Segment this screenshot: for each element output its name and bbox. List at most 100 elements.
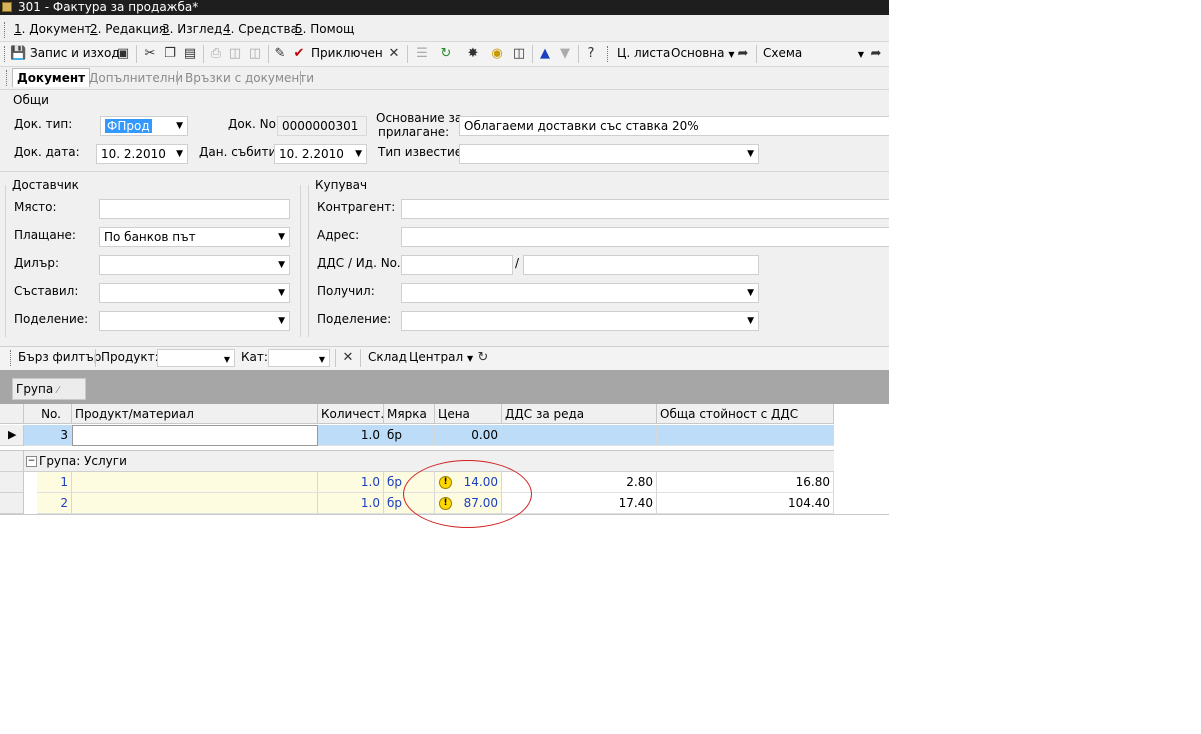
star-icon[interactable]: ✸ (465, 46, 481, 62)
help-icon[interactable]: ? (583, 46, 599, 62)
app-icon (2, 2, 12, 12)
supplier-division-dropdown[interactable]: ▼ (99, 311, 290, 331)
column-header-product[interactable]: Продукт/материал (72, 404, 318, 424)
scheme-dropdown[interactable]: ▼ (802, 45, 864, 62)
notice-type-label: Тип известие: (378, 145, 467, 159)
warehouse-label: Склад (368, 350, 407, 364)
row-no[interactable]: 2 (37, 493, 72, 514)
menu-view[interactable]: 3. Изглед (162, 22, 222, 36)
cut-icon[interactable]: ✂ (142, 46, 158, 62)
group-row-indicator (0, 451, 24, 472)
menu-grip (4, 22, 8, 38)
received-by-dropdown[interactable]: ▼ (401, 283, 759, 303)
column-header-quantity[interactable]: Количест... (318, 404, 384, 424)
notice-type-dropdown[interactable]: ▼ (459, 144, 759, 164)
main-toolbar: 💾 Запис и изход ▣ ✂ ❐ ▤ ⎙ ◫ ◫ ✎ ✔ Приклю… (0, 41, 889, 67)
buyer-section-title: Купувач (315, 178, 368, 192)
copy-icon[interactable]: ❐ (162, 46, 178, 62)
close-x-icon[interactable]: ✕ (386, 46, 402, 62)
id-number-field[interactable] (523, 255, 759, 275)
supplier-division-label: Поделение: (14, 312, 89, 326)
compiled-by-label: Съставил: (14, 284, 79, 298)
finish-button[interactable]: Приключен (311, 45, 383, 62)
arrow-up-icon[interactable]: ▲ (537, 46, 553, 62)
refresh-icon[interactable]: ↻ (438, 46, 454, 62)
price-list-dropdown[interactable]: Основна ▼ (671, 45, 735, 62)
menu-tools[interactable]: 4. Средства (223, 22, 298, 36)
place-label: Място: (14, 200, 57, 214)
row-no[interactable]: 1 (37, 472, 72, 493)
runner-icon-2[interactable]: ➦ (868, 46, 884, 62)
new-row-quantity[interactable]: 1.0 (318, 425, 384, 446)
tab-additional[interactable]: Допълнителни (89, 69, 183, 87)
buyer-frame (308, 185, 309, 337)
print-icon[interactable]: ⎙ (208, 46, 224, 62)
toolbar-separator (335, 349, 336, 367)
save-disk-icon[interactable]: ▣ (115, 46, 131, 62)
invoice-window: 301 - Фактура за продажба* 1. Документ 2… (0, 0, 889, 522)
group-label: Група: Услуги (39, 454, 127, 468)
column-header-vat[interactable]: ДДС за реда (502, 404, 657, 424)
warehouse-dropdown[interactable]: Централ ▼ (409, 349, 473, 366)
lock-icon[interactable]: ◉ (489, 46, 505, 62)
place-field[interactable] (99, 199, 290, 219)
new-doc-icon[interactable]: ◫ (511, 46, 527, 62)
payment-dropdown[interactable]: По банков път ▼ (99, 227, 290, 247)
row-product[interactable] (72, 472, 318, 493)
runner-icon[interactable]: ➦ (735, 46, 751, 62)
refresh-filter-icon[interactable]: ↻ (475, 350, 491, 366)
quick-filter-button[interactable]: Бърз филтър (18, 349, 101, 366)
attach-icon[interactable]: ◫ (247, 46, 263, 62)
current-row-arrow-icon: ▶ (8, 428, 17, 441)
column-header-total[interactable]: Обща стойност с ДДС (657, 404, 834, 424)
save-exit-button[interactable]: Запис и изход (30, 45, 120, 62)
new-row-product-input[interactable] (72, 425, 318, 446)
collapse-toggle[interactable]: − (26, 456, 37, 467)
doc-type-dropdown[interactable]: ФПрод ▼ (100, 116, 188, 136)
doc-no-field[interactable]: 0000000301 (277, 116, 367, 136)
new-row-price[interactable]: 0.00 (435, 425, 502, 446)
address-field[interactable] (401, 227, 889, 247)
arrow-down-icon[interactable]: ▼ (557, 46, 573, 62)
doc-date-picker[interactable]: 10. 2.2010 ▼ (96, 144, 188, 164)
toolbar-separator (578, 45, 579, 63)
row-total[interactable]: 16.80 (657, 472, 834, 493)
row-quantity[interactable]: 1.0 (318, 493, 384, 514)
column-header-unit[interactable]: Мярка (384, 404, 435, 424)
new-row-vat[interactable] (502, 425, 657, 446)
paste-icon[interactable]: ▤ (182, 46, 198, 62)
title-bar: 301 - Фактура за продажба* (0, 0, 889, 15)
compiled-by-dropdown[interactable]: ▼ (99, 283, 290, 303)
tab-links[interactable]: Връзки с документи (185, 69, 314, 87)
counterparty-field[interactable] (401, 199, 889, 219)
row-indicator[interactable] (0, 472, 24, 493)
tax-event-date-picker[interactable]: 10. 2.2010 ▼ (274, 144, 367, 164)
divider (0, 89, 889, 90)
row-indicator[interactable]: ▶ (0, 425, 24, 446)
dealer-dropdown[interactable]: ▼ (99, 255, 290, 275)
column-header-price[interactable]: Цена (435, 404, 502, 424)
menu-help[interactable]: 5. Помощ (295, 22, 354, 36)
menu-document[interactable]: 1. Документ (14, 22, 92, 36)
row-indicator[interactable] (0, 493, 24, 514)
new-row-no[interactable]: 3 (24, 425, 72, 446)
edit-doc-icon[interactable]: ✎ (272, 46, 288, 62)
column-header-no[interactable]: No. (24, 404, 72, 424)
menu-edit[interactable]: 2. Редакция (90, 22, 166, 36)
row-product[interactable] (72, 493, 318, 514)
clear-filter-icon[interactable]: ✕ (340, 350, 356, 366)
vat-number-field[interactable] (401, 255, 513, 275)
group-chip[interactable]: Група ⁄ (12, 378, 86, 400)
basis-field[interactable]: Облагаеми доставки със ставка 20% (459, 116, 889, 136)
row-quantity[interactable]: 1.0 (318, 472, 384, 493)
buyer-division-dropdown[interactable]: ▼ (401, 311, 759, 331)
new-row-total[interactable] (657, 425, 834, 446)
product-filter-dropdown[interactable]: ▼ (157, 349, 235, 367)
row-total[interactable]: 104.40 (657, 493, 834, 514)
tab-document[interactable]: Документ (12, 68, 91, 87)
category-filter-dropdown[interactable]: ▼ (268, 349, 330, 367)
annotation-oval (403, 460, 532, 528)
list-icon[interactable]: ☰ (414, 46, 430, 62)
new-row-unit[interactable]: бр (384, 425, 435, 446)
print-preview-icon[interactable]: ◫ (227, 46, 243, 62)
